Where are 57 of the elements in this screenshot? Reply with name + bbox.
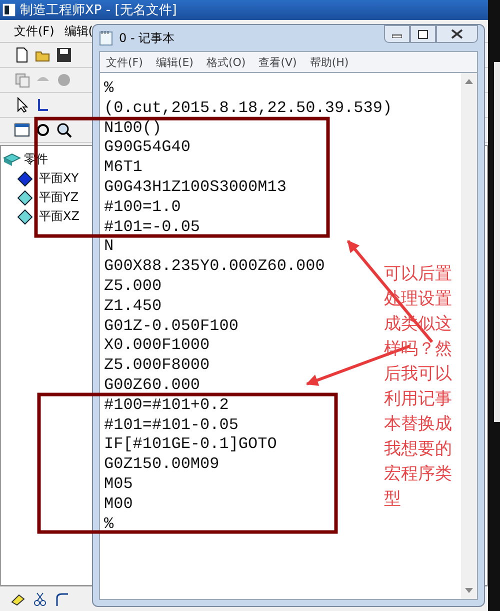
zoom-icon[interactable] xyxy=(56,122,72,138)
code-line: X0.000F1000 xyxy=(104,336,210,356)
code-line: (0.cut,2015.8.18,22.50.39.539) xyxy=(104,98,392,119)
part-icon[interactable] xyxy=(3,152,21,168)
panel-icon[interactable] xyxy=(14,122,30,138)
maximize-button[interactable] xyxy=(410,25,436,43)
code-line: #101=-0.05 xyxy=(104,218,200,238)
code-line: #100=1.0 xyxy=(104,198,181,218)
code-line: Z5.000F8000 xyxy=(104,356,210,376)
tree-item[interactable]: 平面YZ xyxy=(39,189,79,206)
notepad-icon xyxy=(99,30,113,46)
window-title: 制造工程师XP - [无名文件] xyxy=(20,2,177,19)
tree-item[interactable]: 平面XY xyxy=(39,170,79,187)
code-line: Z5.000 xyxy=(104,276,162,297)
code-line: G0Z150.00M09 xyxy=(104,455,220,475)
code-line: G0G43H1Z100S3000M13 xyxy=(104,178,286,198)
code-line: G00Z60.000 xyxy=(104,376,200,396)
code-line: M6T1 xyxy=(104,158,142,178)
menu-item[interactable]: 格式(O) xyxy=(206,54,246,70)
menu-item[interactable]: 文件(F) xyxy=(14,22,54,40)
menu-item[interactable]: 帮助(H) xyxy=(310,54,349,70)
menu-item[interactable]: 查看(V) xyxy=(258,54,297,70)
minimize-button[interactable] xyxy=(384,25,410,43)
scissors-icon[interactable] xyxy=(32,591,48,607)
new-file-icon[interactable] xyxy=(14,47,30,63)
plane-icon[interactable] xyxy=(17,190,33,206)
code-line: % xyxy=(104,514,114,534)
maximize-icon xyxy=(418,30,428,38)
copy-icon[interactable] xyxy=(14,72,30,88)
rotate-icon[interactable] xyxy=(35,122,51,138)
plane-icon[interactable] xyxy=(17,170,33,186)
close-icon xyxy=(451,29,463,39)
select-icon[interactable] xyxy=(35,97,51,113)
code-line: IF[#101GE-0.1]GOTO xyxy=(104,435,277,456)
code-line: #101=#101-0.05 xyxy=(104,416,238,436)
code-line: N100() xyxy=(104,118,162,138)
code-line: G00X88.235Y0.000Z60.000 xyxy=(104,257,325,277)
code-line: M00 xyxy=(104,494,133,515)
code-line: #100=#101+0.2 xyxy=(104,396,229,416)
code-line: Z1.450 xyxy=(104,296,162,317)
code-line: G01Z-0.050F100 xyxy=(104,316,238,336)
app-icon xyxy=(2,3,16,17)
code-line: N xyxy=(104,237,114,258)
code-line: G90G54G40 xyxy=(104,138,190,158)
scroll-down-icon[interactable] xyxy=(465,588,473,593)
curve-icon[interactable] xyxy=(54,591,70,607)
menu-item[interactable]: 编辑(E) xyxy=(156,54,194,70)
scroll-up-icon[interactable] xyxy=(465,79,473,84)
code-line: % xyxy=(104,79,114,99)
tree-item[interactable]: 平面XZ xyxy=(39,208,80,225)
plane-icon[interactable] xyxy=(17,208,33,224)
code-line: M05 xyxy=(104,474,133,495)
menu-item[interactable]: 编辑( xyxy=(64,22,93,40)
window-title: 0 - 记事本 xyxy=(119,30,175,46)
menu-item[interactable]: 文件(F) xyxy=(106,54,143,70)
save-icon[interactable] xyxy=(56,47,72,63)
close-button[interactable] xyxy=(436,25,478,43)
